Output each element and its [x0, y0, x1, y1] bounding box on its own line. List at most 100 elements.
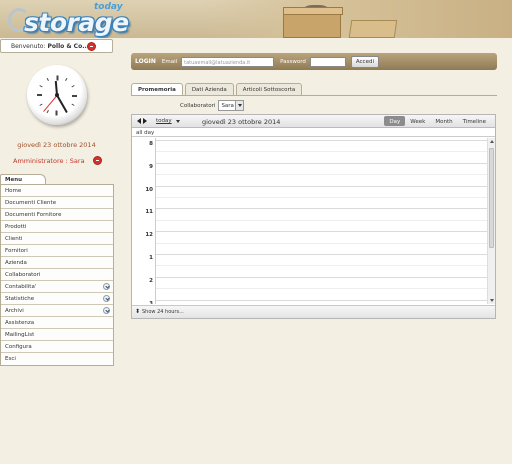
current-role: Amministratore : Sara [13, 156, 102, 165]
sidebar-item-label: Configura [5, 344, 32, 350]
calendar: today giovedì 23 ottobre 2014 Day Week M… [131, 114, 496, 319]
sidebar-item-label: Home [5, 188, 22, 194]
today-dropdown-icon[interactable] [176, 120, 180, 123]
hour-label: 12 [145, 232, 153, 239]
logo-wordmark: storage [24, 8, 129, 37]
sidebar-item[interactable]: Fornitori [1, 245, 113, 257]
view-day-button[interactable]: Day [384, 116, 406, 126]
sidebar-item[interactable]: Esci [1, 353, 113, 365]
sidebar-date: giovedì 23 ottobre 2014 [17, 141, 96, 149]
logout-icon[interactable] [87, 42, 96, 51]
sidebar-item-label: MailingList [5, 332, 35, 338]
hour-label: 2 [149, 277, 153, 284]
hour-label: 11 [145, 209, 153, 216]
hour-line [156, 162, 487, 164]
scroll-thumb[interactable] [489, 148, 494, 248]
sidebar-item[interactable]: Documenti Cliente [1, 197, 113, 209]
tab-articoli-sottoscorta[interactable]: Articoli Sottoscorta [235, 83, 303, 95]
sidebar-menu: Home Documenti Cliente Documenti Fornitore… [0, 184, 114, 366]
tab-bar: Promemoria Dati Azienda Articoli Sottosc… [131, 83, 304, 95]
hour-line [156, 299, 487, 301]
calendar-title: giovedì 23 ottobre 2014 [202, 118, 281, 126]
tab-dati-azienda[interactable]: Dati Azienda [184, 83, 234, 95]
clock-center [55, 93, 59, 97]
tab-divider [131, 95, 497, 96]
half-hour-line [156, 219, 487, 221]
header-decoration [348, 20, 398, 38]
hour-label: 8 [149, 141, 153, 147]
sidebar-item-label: Archivi [5, 308, 24, 314]
app-logo[interactable]: today storage [6, 2, 136, 37]
collaborator-value: Sara [221, 102, 234, 109]
sidebar-item[interactable]: Documenti Fornitore [1, 209, 113, 221]
collaborator-label: Collaboratori [180, 102, 216, 109]
password-field[interactable] [309, 56, 346, 67]
sidebar-item[interactable]: Assistenza [1, 317, 113, 329]
welcome-user: Pollo & Co... [47, 42, 90, 50]
hour-label: 3 [149, 300, 153, 304]
expand-chevron-icon[interactable] [103, 283, 110, 290]
clock-tick [37, 94, 57, 96]
sidebar-item-label: Collaboratori [5, 272, 41, 278]
password-label: Password [280, 58, 306, 65]
sidebar-item[interactable]: Clienti [1, 233, 113, 245]
expand-chevron-icon[interactable] [103, 307, 110, 314]
all-day-label: all day [136, 129, 155, 136]
menu-title: Menu [0, 174, 46, 184]
prev-arrow-icon[interactable] [137, 118, 141, 124]
tab-promemoria[interactable]: Promemoria [131, 83, 183, 95]
sidebar-item[interactable]: Archivi [1, 305, 113, 317]
chevron-down-icon [238, 104, 243, 107]
app-header: today storage [0, 0, 512, 38]
sidebar-item-label: Azienda [5, 260, 27, 266]
email-label: Email [161, 58, 178, 65]
sidebar-item-label: Assistenza [5, 320, 35, 326]
half-hour-line [156, 242, 487, 244]
hour-label: 9 [149, 163, 153, 170]
welcome-prefix: Benvenuto: [11, 42, 46, 50]
scroll-up-icon[interactable] [489, 140, 494, 143]
role-label: Amministratore : Sara [13, 157, 85, 165]
sidebar-item[interactable]: MailingList [1, 329, 113, 341]
today-button[interactable]: today [156, 118, 172, 124]
hour-line [156, 185, 487, 187]
sidebar-item-label: Contabilita' [5, 284, 37, 290]
sidebar-item[interactable]: Home [1, 185, 113, 197]
half-hour-line [156, 197, 487, 198]
calendar-toolbar: today giovedì 23 ottobre 2014 Day Week M… [132, 115, 495, 128]
show-24-hours-link[interactable]: Show 24 hours... [132, 305, 495, 318]
hour-label: 1 [149, 255, 153, 261]
collaborator-select[interactable]: Sara [218, 100, 245, 111]
hour-line [156, 208, 487, 210]
hour-line [156, 254, 487, 255]
scroll-down-icon[interactable] [489, 299, 494, 302]
header-decoration [283, 7, 343, 38]
next-arrow-icon[interactable] [143, 118, 147, 124]
sidebar-item[interactable]: Azienda [1, 257, 113, 269]
sidebar-item[interactable]: Configura [1, 341, 113, 353]
view-timeline-button[interactable]: Timeline [458, 116, 491, 126]
hour-line [156, 231, 487, 233]
view-week-button[interactable]: Week [405, 116, 430, 126]
sidebar-item[interactable]: Contabilita' [1, 281, 113, 293]
sidebar-item-label: Fornitori [5, 248, 28, 254]
half-hour-line [156, 174, 487, 176]
login-title: LOGIN [135, 58, 156, 65]
sidebar-item-label: Documenti Fornitore [5, 212, 62, 218]
view-month-button[interactable]: Month [430, 116, 457, 126]
view-switcher: Day Week Month Timeline [384, 116, 491, 126]
email-field[interactable]: tatuaemail@latuazienda.it [181, 56, 275, 67]
role-logout-icon[interactable] [93, 156, 102, 165]
login-button[interactable]: Accedi [350, 55, 379, 68]
calendar-scrollbar[interactable] [487, 138, 495, 304]
hour-label: 10 [145, 186, 153, 193]
expand-chevron-icon[interactable] [103, 295, 110, 302]
sidebar-item[interactable]: Statistiche [1, 293, 113, 305]
all-day-row[interactable]: all day [132, 128, 495, 137]
sidebar-item[interactable]: Prodotti [1, 221, 113, 233]
hour-line [156, 140, 487, 141]
collaborator-filter: Collaboratori Sara [180, 100, 245, 111]
sidebar-item[interactable]: Collaboratori [1, 269, 113, 281]
half-hour-line [156, 151, 487, 153]
time-grid[interactable]: 8 9 10 11 12 1 2 3 [132, 138, 495, 304]
